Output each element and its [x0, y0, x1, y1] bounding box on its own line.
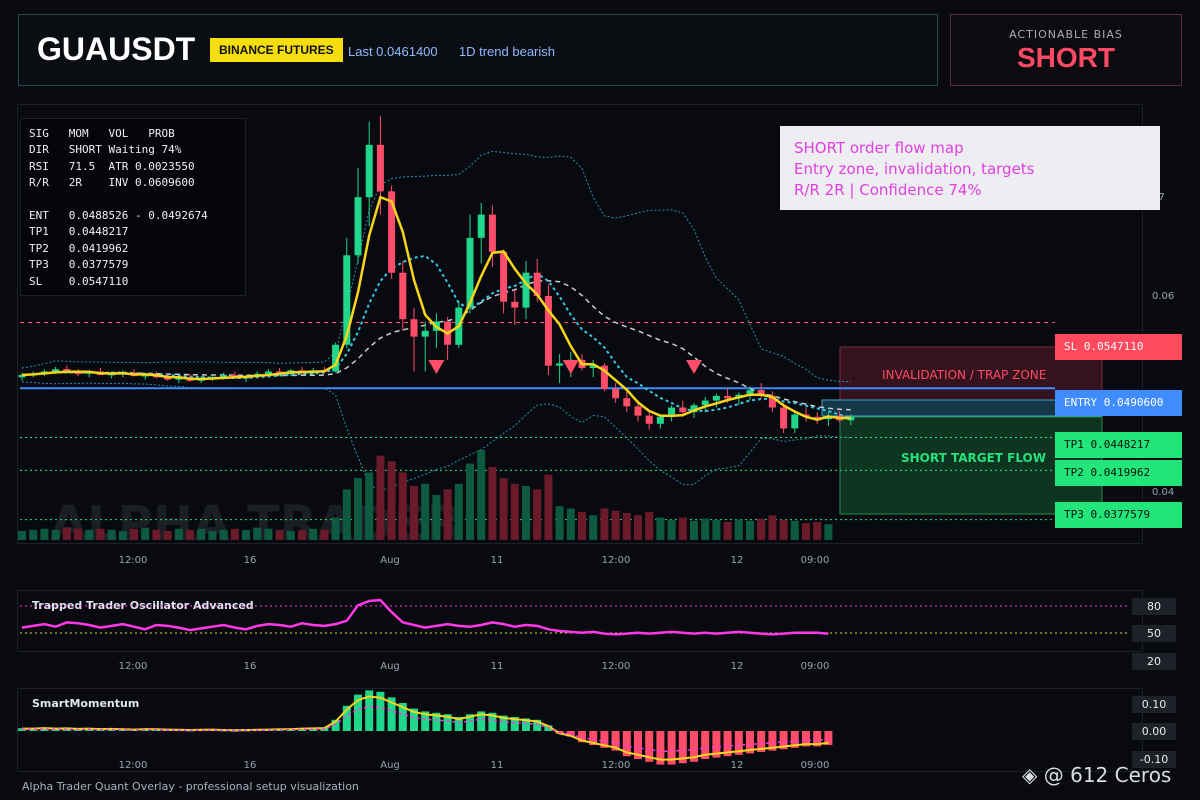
- mom-tick-high: 0.10: [1132, 696, 1176, 713]
- momentum-time-axis: 12:00 16 Aug 11 12:00 12 09:00: [119, 760, 830, 771]
- brand-mark: ◈ @ 612 Ceros: [1022, 763, 1172, 787]
- mom-x-axis-tick: 12: [731, 760, 744, 771]
- footer-caption: Alpha Trader Quant Overlay - professiona…: [22, 780, 359, 793]
- diamond-icon: ◈: [1022, 763, 1038, 787]
- momentum-histogram: [18, 690, 833, 765]
- mom-tick-mid: 0.00: [1132, 723, 1176, 740]
- mom-x-axis-tick: Aug: [380, 760, 400, 771]
- mom-x-axis-tick: 12:00: [602, 760, 631, 771]
- mom-x-axis-tick: 09:00: [801, 760, 830, 771]
- mom-x-axis-tick: 16: [244, 760, 257, 771]
- mom-x-axis-tick: 12:00: [119, 760, 148, 771]
- momentum-chart[interactable]: 12:00 16 Aug 11 12:00 12 09:00: [0, 0, 1200, 800]
- mom-x-axis-tick: 11: [491, 760, 504, 771]
